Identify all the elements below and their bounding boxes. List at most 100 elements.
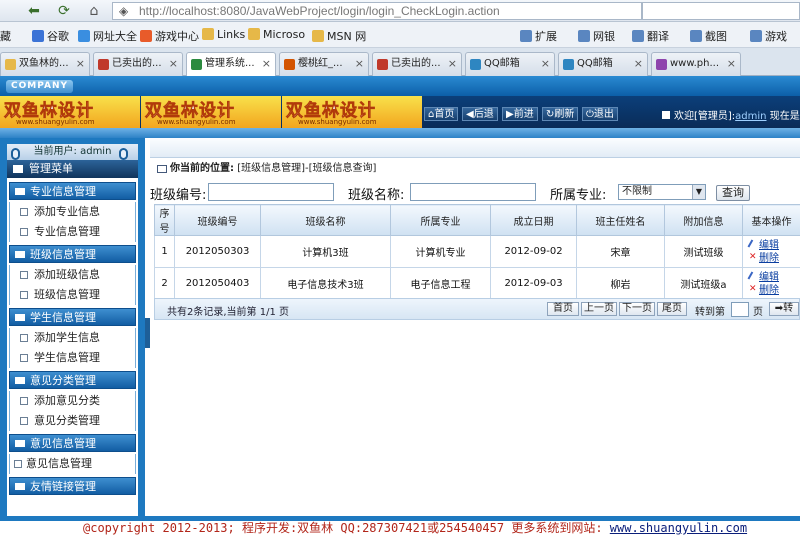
close-icon[interactable]: × (262, 53, 271, 75)
major-select[interactable]: 不限制 ▼ (618, 184, 706, 200)
browser-tab[interactable]: 双鱼林的... × (0, 52, 90, 76)
close-icon[interactable]: × (634, 53, 643, 75)
refresh-icon[interactable]: ⟳ (54, 2, 74, 20)
browser-address-bar: ⬅ ⟳ ⌂ ◈ http://localhost:8080/JavaWebPro… (0, 0, 800, 22)
favorite-link[interactable]: 游戏中心 (140, 28, 199, 44)
edit-link[interactable]: 编辑 (747, 239, 800, 252)
refresh-button[interactable]: ↻刷新 (542, 107, 579, 121)
logo: 双鱼林设计 www.shuangyulin.com (282, 96, 422, 128)
class-no-input[interactable] (208, 183, 334, 201)
delete-link[interactable]: ✕ 删除 (749, 284, 800, 297)
menu-group-header[interactable]: 意见分类管理 (9, 371, 136, 389)
close-icon[interactable]: × (169, 53, 178, 75)
tool-icon (520, 30, 532, 42)
menu-item[interactable]: 添加专业信息 (9, 202, 136, 222)
menu-group-header[interactable]: 班级信息管理 (9, 245, 136, 263)
column-header: 基本操作 (742, 204, 800, 236)
sidebar: 当前用户: admin 管理菜单 专业信息管理 添加专业信息 专业信息管理 班级信息管… (0, 138, 145, 516)
edit-link[interactable]: 编辑 (747, 271, 800, 284)
actions-cell: 编辑 ✕ 删除 (742, 267, 800, 300)
home-button[interactable]: ⌂首页 (424, 107, 459, 121)
tool-label: 扩展 (535, 30, 557, 43)
browser-tab[interactable]: QQ邮箱 × (558, 52, 648, 76)
menu-group-header[interactable]: 学生信息管理 (9, 308, 136, 326)
group-icon (15, 483, 25, 490)
table-cell: 计算机3班 (260, 235, 391, 268)
close-icon[interactable]: × (448, 53, 457, 75)
welcome-text: 欢迎[管理员]:admin 现在是 (662, 107, 800, 122)
major-label: 所属专业: (550, 188, 607, 203)
close-icon[interactable]: × (727, 53, 736, 75)
goto-page-input[interactable] (731, 302, 749, 317)
back-button[interactable]: ◀后退 (462, 107, 498, 121)
column-header: 附加信息 (664, 204, 743, 236)
toolbar-tool[interactable]: 翻译 (632, 28, 669, 44)
tool-icon (578, 30, 590, 42)
favorite-link[interactable]: 谷歌 (32, 28, 69, 44)
footer: @copyright 2012-2013; 程序开发:双鱼林 QQ:287307… (0, 521, 800, 540)
url-input[interactable]: ◈ http://localhost:8080/JavaWebProject/l… (112, 2, 642, 20)
browser-tab[interactable]: 樱桃红_... × (279, 52, 369, 76)
menu-item[interactable]: 添加班级信息 (9, 265, 136, 285)
browser-tab[interactable]: 已卖出的... × (372, 52, 462, 76)
forward-button[interactable]: ▶前进 (502, 107, 538, 121)
close-icon[interactable]: × (541, 53, 550, 75)
tab-label: QQ邮箱 (577, 58, 613, 69)
browser-tab[interactable]: 已卖出的... × (93, 52, 183, 76)
app-banner: 双鱼林设计 www.shuangyulin.com 双鱼林设计 www.shuang… (0, 96, 800, 128)
menu-item[interactable]: 添加意见分类 (9, 391, 136, 411)
menu-group-header[interactable]: 意见信息管理 (9, 434, 136, 452)
prev-page-button[interactable]: 上一页 (581, 302, 617, 316)
delete-label: 删除 (759, 284, 779, 296)
close-icon[interactable]: × (355, 53, 364, 75)
tab-icon (470, 59, 481, 70)
tab-icon (563, 59, 574, 70)
toolbar-tool[interactable]: 截图 (690, 28, 727, 44)
favorite-label: MSN 网 (327, 30, 367, 43)
menu-group-header[interactable]: 专业信息管理 (9, 182, 136, 200)
favorite-link[interactable]: Links (202, 28, 245, 41)
favorite-link[interactable]: 藏 (0, 28, 11, 44)
table-cell: 计算机专业 (390, 235, 491, 268)
class-name-input[interactable] (410, 183, 536, 201)
menu-item[interactable]: 意见信息管理 (9, 454, 136, 474)
menu-item[interactable]: 学生信息管理 (9, 348, 136, 368)
delete-label: 删除 (759, 252, 779, 264)
browser-tab[interactable]: 管理系统... × (186, 52, 276, 77)
menu-item-label: 添加意见分类 (34, 394, 100, 407)
list-icon (20, 291, 28, 299)
favorite-link[interactable]: 网址大全 (78, 28, 137, 44)
menu-item[interactable]: 班级信息管理 (9, 285, 136, 305)
menu-item[interactable]: 专业信息管理 (9, 222, 136, 242)
favorite-icon (140, 30, 152, 42)
next-page-button[interactable]: 下一页 (619, 302, 655, 316)
url-path: :8080/JavaWebProject/login/login_CheckLo… (216, 4, 500, 18)
toolbar-tool[interactable]: 游戏 (750, 28, 787, 44)
back-arrow-icon[interactable]: ⬅ (24, 2, 44, 20)
toolbar-tool[interactable]: 网银 (578, 28, 615, 44)
favorite-link[interactable]: Microso (248, 28, 305, 41)
site-link[interactable]: www.shuangyulin.com (610, 521, 747, 535)
menu-item[interactable]: 添加学生信息 (9, 328, 136, 348)
favorites-bar: 藏 谷歌 网址大全 游戏中心 Links Microso MSN 网 扩展 网银 翻译 截图 游戏 (0, 22, 800, 48)
delete-link[interactable]: ✕ 删除 (749, 252, 800, 265)
first-page-button[interactable]: 首页 (547, 302, 579, 316)
admin-link[interactable]: admin (735, 111, 766, 122)
logout-button[interactable]: ⏻退出 (582, 107, 618, 121)
search-input[interactable] (642, 2, 800, 20)
favorite-icon (78, 30, 90, 42)
favorite-link[interactable]: MSN 网 (312, 28, 366, 44)
menu-item[interactable]: 意见分类管理 (9, 411, 136, 431)
menu-group-header[interactable]: 友情链接管理 (9, 477, 136, 495)
toolbar-tool[interactable]: 扩展 (520, 28, 557, 44)
goto-button[interactable]: ➡转 (769, 302, 799, 316)
browser-tab[interactable]: QQ邮箱 × (465, 52, 555, 76)
home-icon[interactable]: ⌂ (84, 2, 104, 20)
table-cell: 电子信息工程 (390, 267, 491, 300)
close-icon[interactable]: × (76, 53, 85, 75)
tab-label: 管理系统... (205, 58, 255, 69)
last-page-button[interactable]: 尾页 (657, 302, 687, 316)
browser-tab[interactable]: www.ph... × (651, 52, 741, 76)
favorite-icon (248, 28, 260, 40)
query-button[interactable]: 查询 (716, 185, 750, 201)
